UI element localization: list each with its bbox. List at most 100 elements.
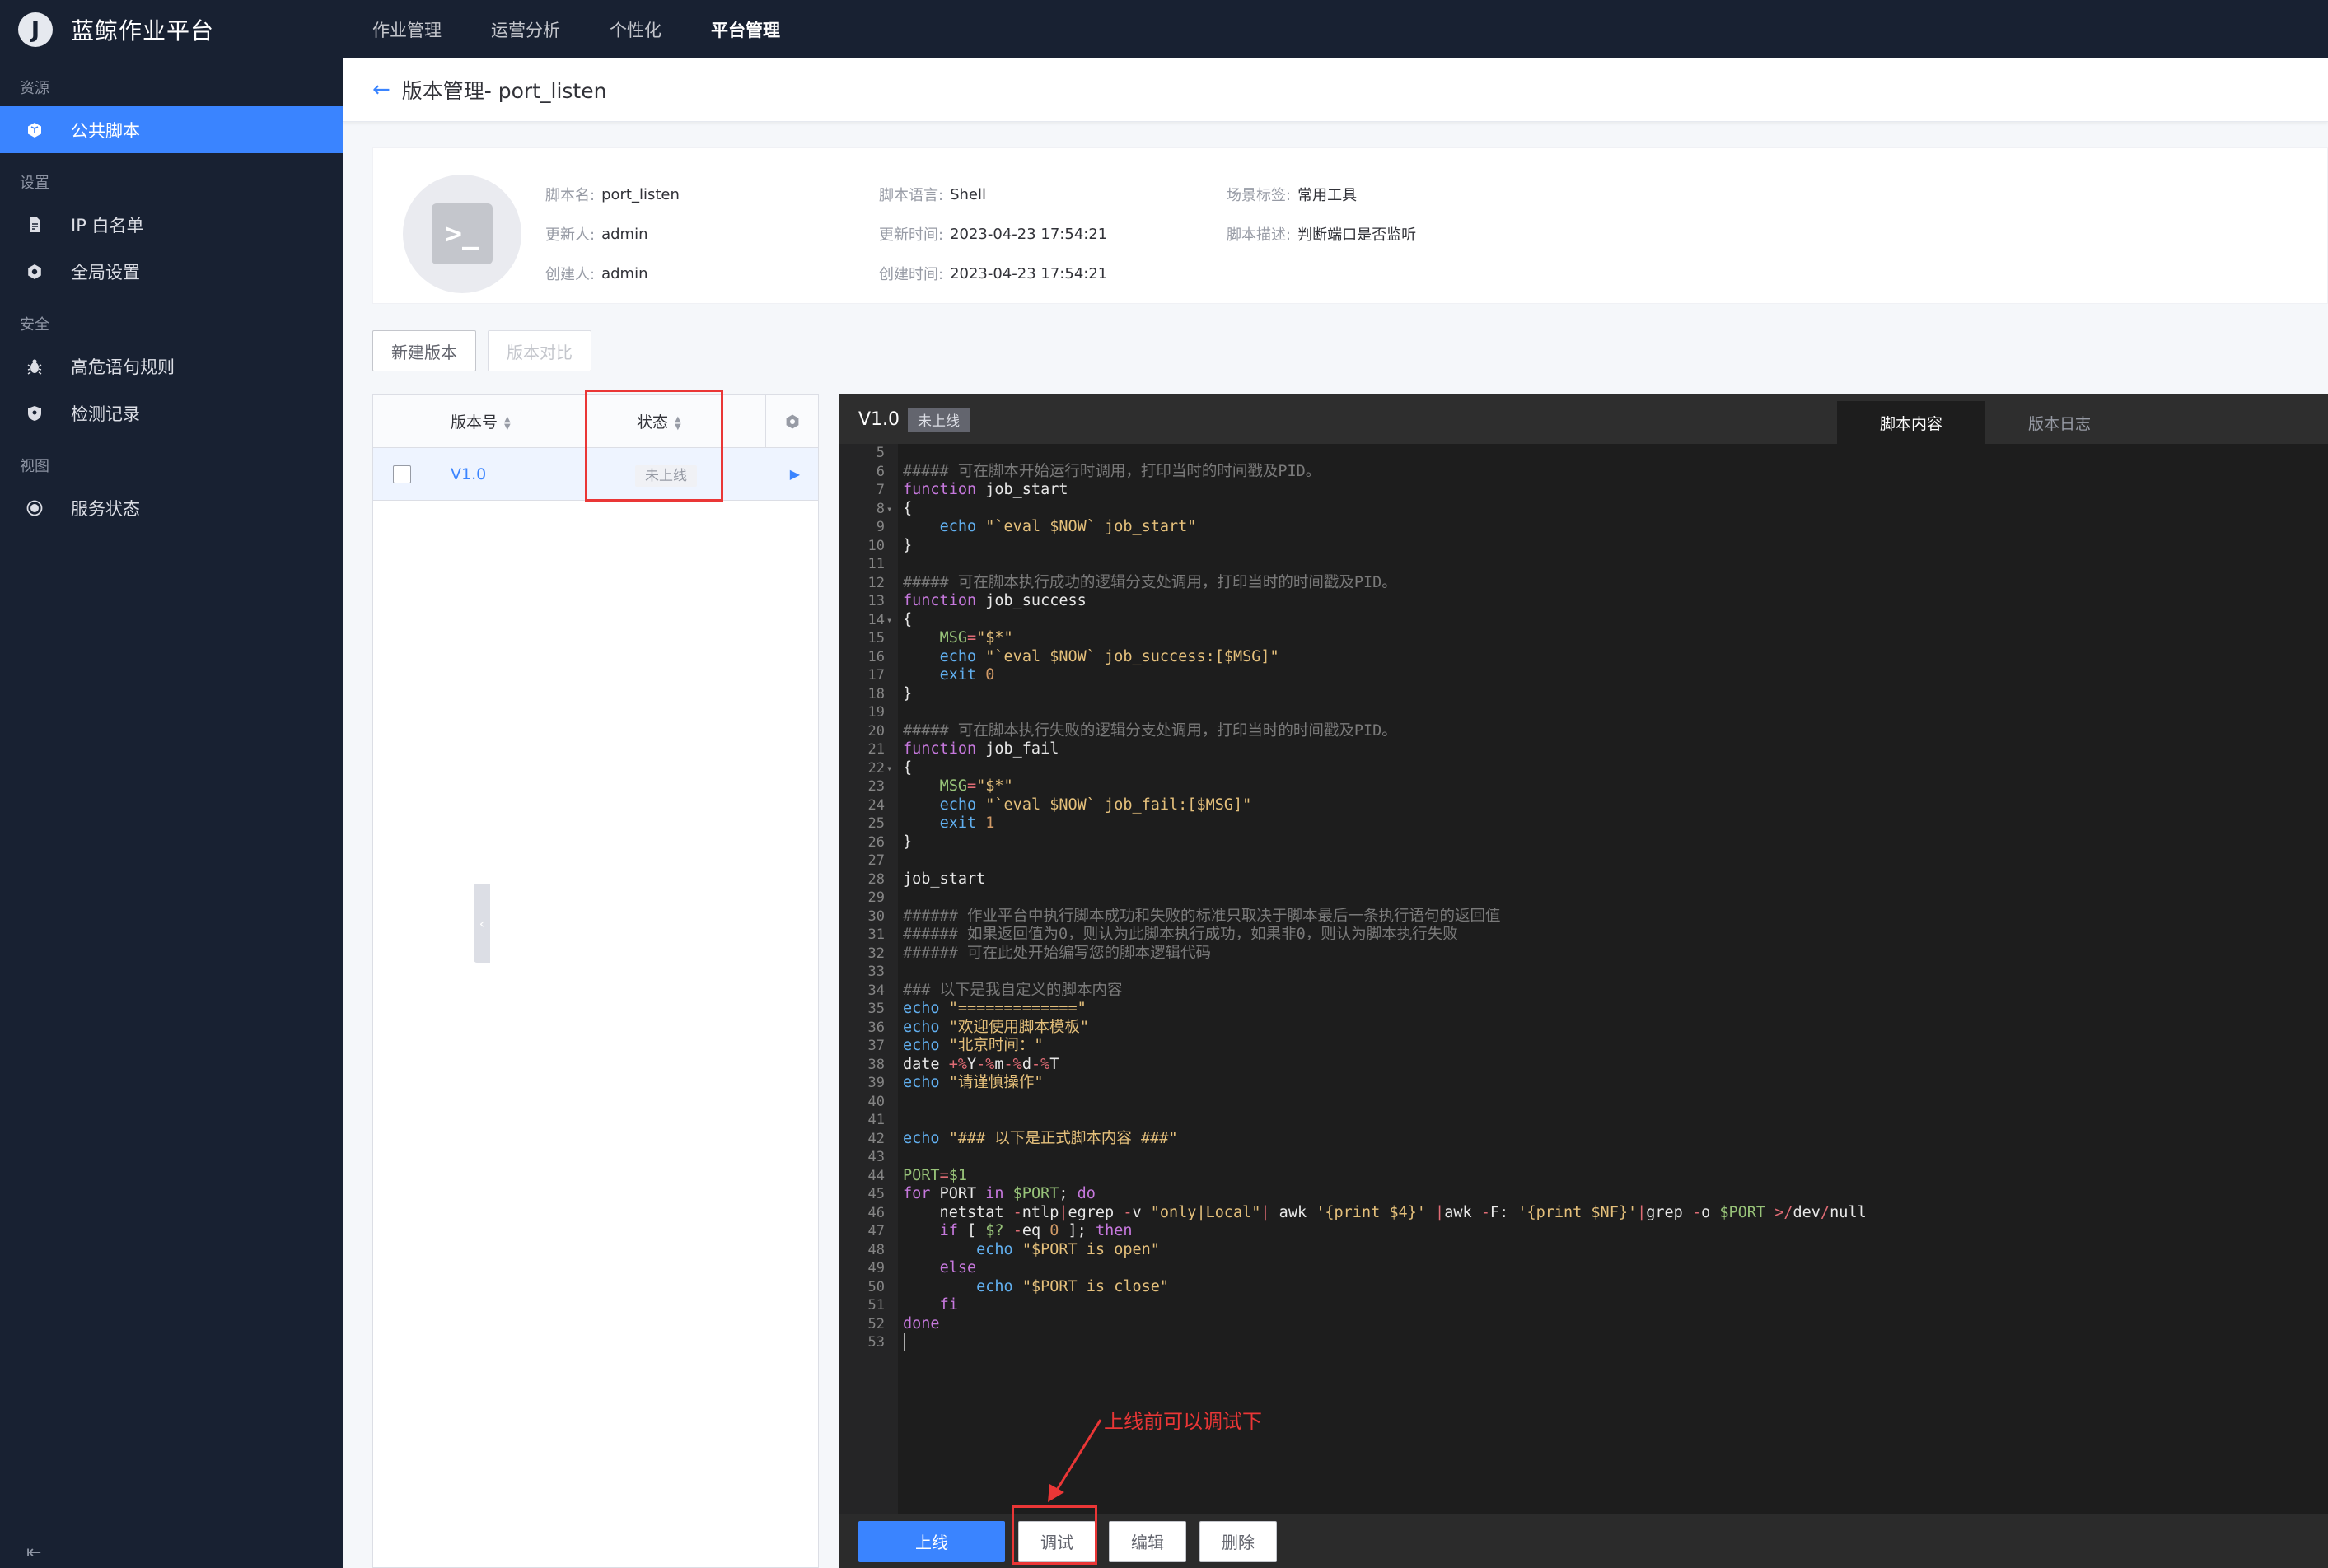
sidebar-collapse-icon[interactable]: ⇤: [26, 1542, 41, 1563]
code-text: echo "欢迎使用脚本模板": [903, 1019, 1089, 1038]
code-token: Y: [966, 1055, 977, 1073]
sort-icon: ▲ ▼: [675, 414, 681, 432]
page-title: 版本管理- port_listen: [401, 79, 607, 103]
create-time-value: 2023-04-23 17:54:21: [950, 264, 1108, 282]
line-number: 42: [867, 1130, 885, 1147]
line-number: 27: [867, 852, 885, 869]
col-version-header[interactable]: 版本号 ▲ ▼: [451, 410, 511, 432]
code-editor[interactable]: 5 6 ##### 可在脚本开始运行时调用，打印当时的时间戳及PID。 7 functi…: [839, 444, 2328, 1514]
debug-button[interactable]: 调试: [1018, 1520, 1096, 1562]
code-token: =: [966, 629, 977, 646]
table-row[interactable]: V1.0 未上线 ▶: [373, 448, 818, 501]
code-text: echo "$PORT is open": [903, 1241, 1160, 1260]
line-number: 16: [867, 648, 885, 665]
nav-job-management[interactable]: 作业管理: [372, 17, 442, 42]
sidebar-group-view: 视图: [20, 458, 49, 475]
code-token: '{print $4}': [1316, 1203, 1426, 1221]
line-number: 13: [867, 593, 885, 609]
tab-script-content[interactable]: 脚本内容: [1837, 401, 1985, 444]
col-version-label: 版本号: [451, 413, 498, 432]
top-nav: 作业管理 运营分析 个性化 平台管理: [372, 17, 830, 42]
sidebar-item-ip-whitelist[interactable]: IP 白名单: [0, 201, 343, 248]
line-number: 23: [867, 778, 885, 795]
app-title: 蓝鲸作业平台: [71, 16, 215, 44]
code-token: "$*": [976, 777, 1013, 795]
sidebar-item-global-settings[interactable]: 全局设置: [0, 248, 343, 295]
nav-operation-analysis[interactable]: 运营分析: [491, 17, 560, 42]
sidebar-item-public-script[interactable]: 公共脚本: [0, 106, 343, 153]
line-number: 30: [867, 908, 885, 925]
code-text: echo "北京时间：": [903, 1037, 1043, 1056]
line-number: 28: [867, 870, 885, 888]
app-logo[interactable]: J 蓝鲸作业平台: [0, 12, 343, 47]
code-text: {: [903, 611, 912, 630]
annotation-note: 上线前可以调试下: [1104, 1410, 1262, 1433]
code-text: netstat -ntlp|egrep -v "only|Local"| awk…: [903, 1204, 1867, 1223]
code-token: d: [1021, 1055, 1031, 1073]
compare-versions-button[interactable]: 版本对比: [488, 330, 591, 371]
terminal-icon: >_: [432, 203, 493, 264]
new-version-button[interactable]: 新建版本: [372, 330, 476, 371]
code-token: '{print $NF}': [1517, 1203, 1638, 1221]
code-token: -: [1691, 1203, 1702, 1221]
line-number: 52: [867, 1315, 885, 1332]
tab-version-log[interactable]: 版本日志: [1985, 401, 2134, 444]
code-token: "北京时间：": [948, 1037, 1044, 1054]
code-token: MSG: [939, 777, 967, 795]
code-token: job_success: [976, 592, 1087, 609]
row-checkbox[interactable]: [393, 464, 411, 483]
status-badge: 未上线: [635, 465, 697, 487]
line-number: 7: [876, 482, 885, 498]
line-number: 38: [867, 1056, 885, 1073]
online-button[interactable]: 上线: [858, 1520, 1005, 1562]
code-token: "=============": [948, 1000, 1087, 1017]
code-token: "`eval $NOW` job_start": [985, 518, 1197, 535]
edit-button[interactable]: 编辑: [1109, 1520, 1186, 1562]
code-text: MSG="$*": [903, 629, 1013, 648]
sidebar-item-detection-records[interactable]: 检测记录: [0, 390, 343, 436]
code-token: MSG: [939, 629, 967, 646]
panel-collapse-handle[interactable]: ‹: [474, 884, 490, 963]
fold-chevron-icon[interactable]: ▾: [886, 500, 892, 519]
line-number: 9: [876, 519, 885, 535]
code-token: then: [1095, 1222, 1133, 1239]
nav-personalization[interactable]: 个性化: [610, 17, 661, 42]
version-link[interactable]: V1.0: [451, 465, 486, 483]
code-token: job_start: [976, 481, 1068, 498]
sidebar-item-danger-rules[interactable]: 高危语句规则: [0, 343, 343, 390]
script-lang-label: 脚本语言:: [879, 187, 944, 204]
sidebar-item-service-status[interactable]: 服务状态: [0, 484, 343, 531]
nav-platform-management[interactable]: 平台管理: [711, 17, 780, 42]
code-token: }: [903, 833, 913, 851]
fold-chevron-icon[interactable]: ▾: [886, 611, 892, 630]
code-token: >/: [1774, 1203, 1793, 1221]
code-token: echo: [976, 1240, 1013, 1258]
line-number: 14: [867, 611, 885, 628]
table-settings-gear-icon[interactable]: [765, 394, 818, 448]
code-token: |: [1059, 1203, 1068, 1221]
row-expand-icon[interactable]: ▶: [790, 466, 800, 482]
line-number: 50: [867, 1278, 885, 1295]
fold-chevron-icon[interactable]: ▾: [886, 759, 892, 778]
line-number: 6: [876, 463, 885, 480]
back-arrow-icon[interactable]: ←: [372, 77, 390, 102]
code-token: echo: [976, 1277, 1013, 1295]
code-token: date: [903, 1055, 949, 1073]
col-status-header[interactable]: 状态 ▲ ▼: [637, 410, 681, 432]
delete-button[interactable]: 删除: [1199, 1520, 1277, 1562]
line-number: 40: [867, 1093, 885, 1110]
sidebar-item-label: 检测记录: [71, 404, 140, 424]
code-text: function job_success: [903, 592, 1087, 611]
editor-header: V1.0 未上线 脚本内容 版本日志: [839, 394, 2328, 444]
